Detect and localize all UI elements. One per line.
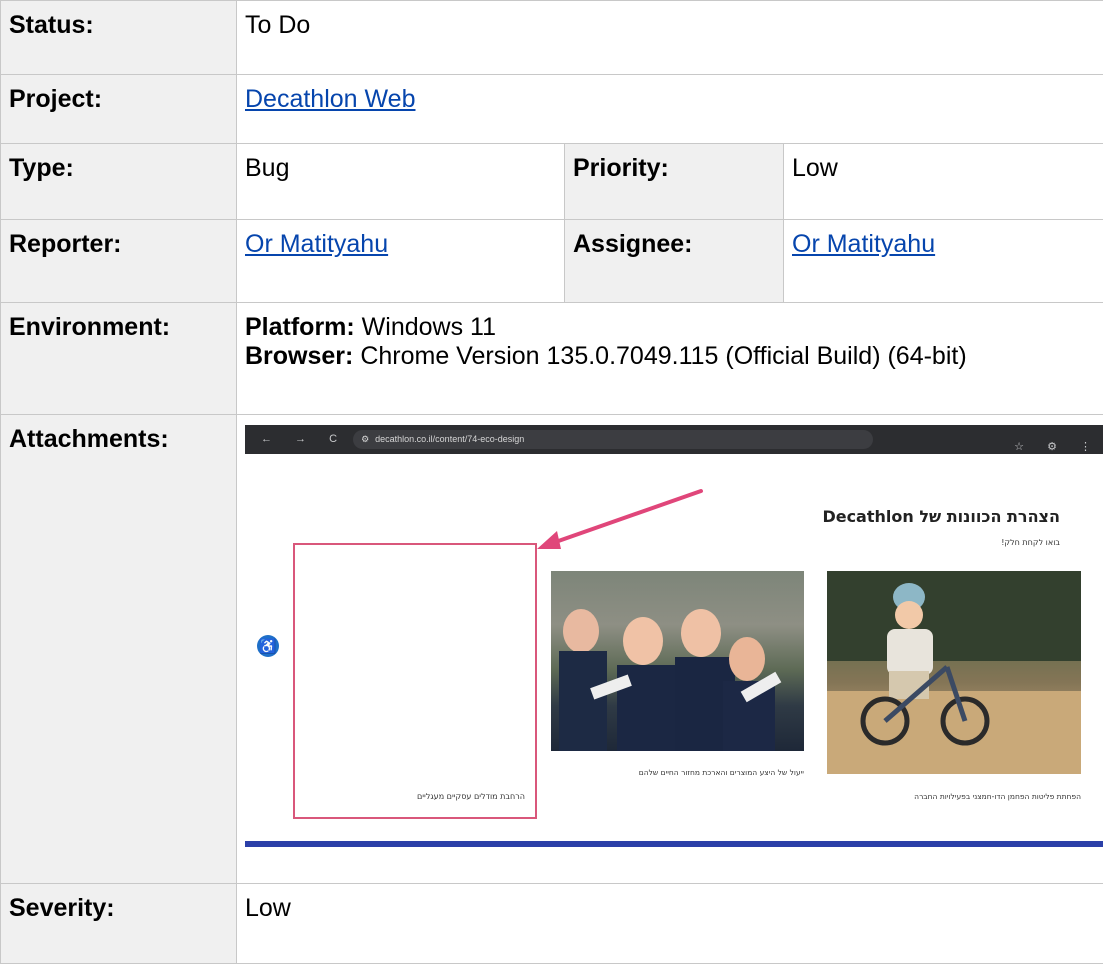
status-label: Status: <box>1 1 237 75</box>
attachment-screenshot[interactable]: ← → C ⚙ decathlon.co.il/content/74-eco-d… <box>245 425 1103 853</box>
priority-label: Priority: <box>565 144 784 220</box>
browser-line: Browser: Chrome Version 135.0.7049.115 (… <box>245 342 1095 371</box>
reporter-cell: Or Matityahu <box>237 220 565 303</box>
issue-details-table: Status: To Do Project: Decathlon Web Typ… <box>0 0 1103 964</box>
address-url: decathlon.co.il/content/74-eco-design <box>375 425 524 454</box>
attachments-cell: ← → C ⚙ decathlon.co.il/content/74-eco-d… <box>237 415 1103 884</box>
browser-label: Browser: <box>245 342 353 370</box>
assignee-link[interactable]: Or Matityahu <box>792 230 935 258</box>
severity-label: Severity: <box>1 884 237 964</box>
kids-celebrating-photo <box>551 571 804 751</box>
status-value: To Do <box>237 1 1103 75</box>
site-settings-icon: ⚙ <box>361 425 369 454</box>
screenshot-page-subtitle: בואו לקחת חלק! <box>1001 528 1060 557</box>
highlighted-empty-box: הרחבת מודלים עסקיים מעגליים <box>293 543 537 819</box>
severity-value: Low <box>237 884 1103 964</box>
browser-nav-icons: ← → C <box>261 425 347 454</box>
type-value: Bug <box>237 144 565 220</box>
box-caption: הרחבת מודלים עסקיים מעגליים <box>417 782 525 811</box>
attachments-label: Attachments: <box>1 415 237 884</box>
browser-toolbar: ← → C ⚙ decathlon.co.il/content/74-eco-d… <box>245 425 1103 454</box>
platform-label: Platform: <box>245 313 355 341</box>
reporter-label: Reporter: <box>1 220 237 303</box>
accessibility-icon[interactable]: ♿ <box>257 635 279 657</box>
page-footer-bar <box>245 841 1103 847</box>
platform-value: Windows 11 <box>355 313 496 341</box>
browser-value: Chrome Version 135.0.7049.115 (Official … <box>353 342 966 370</box>
assignee-label: Assignee: <box>565 220 784 303</box>
environment-value: Platform: Windows 11 Browser: Chrome Ver… <box>237 303 1103 415</box>
browser-right-icons: ☆ ⚙ ⋮ <box>1014 433 1101 462</box>
project-link[interactable]: Decathlon Web <box>245 85 415 113</box>
photo-caption-2: הפחתת פליטות הפחמן הדו-חמצני בפעילויות ה… <box>827 782 1081 811</box>
reporter-link[interactable]: Or Matityahu <box>245 230 388 258</box>
platform-line: Platform: Windows 11 <box>245 313 1095 342</box>
project-label: Project: <box>1 75 237 144</box>
child-balance-bike-photo <box>827 571 1081 774</box>
address-bar: ⚙ decathlon.co.il/content/74-eco-design <box>353 430 873 449</box>
project-cell: Decathlon Web <box>237 75 1103 144</box>
annotation-arrow-icon <box>535 487 715 557</box>
screenshot-page-title: הצהרת הכוונות של Decathlon <box>822 502 1060 531</box>
photo-caption-1: ייעול של היצע המוצרים והארכת מחזור החיים… <box>551 758 804 787</box>
priority-value: Low <box>784 144 1103 220</box>
environment-label: Environment: <box>1 303 237 415</box>
type-label: Type: <box>1 144 237 220</box>
assignee-cell: Or Matityahu <box>784 220 1103 303</box>
